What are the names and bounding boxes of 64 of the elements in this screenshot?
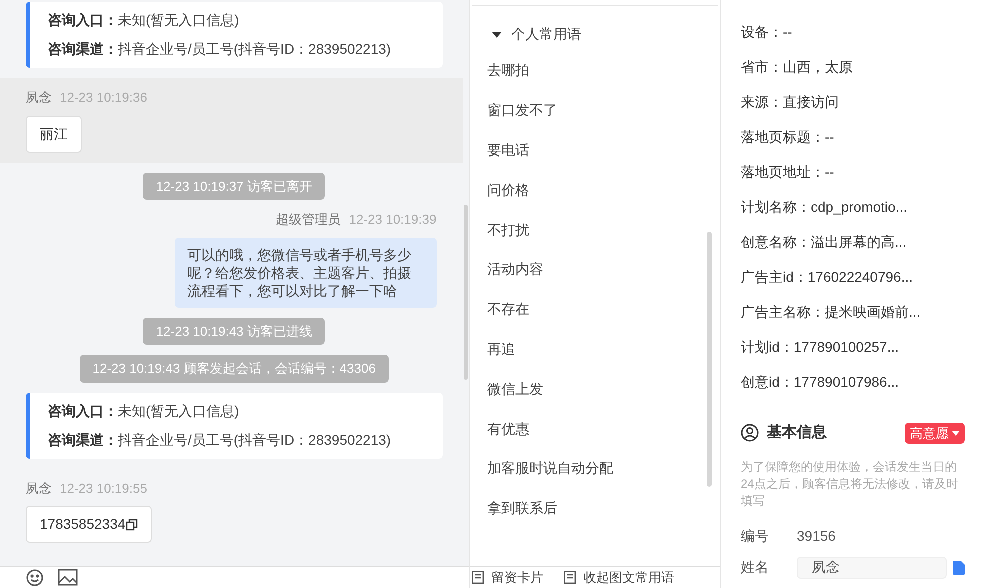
phrase-item[interactable]: 窗口发不了 [488, 90, 718, 131]
visitor-info-field: 来源：直接访问 [741, 92, 965, 112]
phrase-item[interactable]: 拿到联系后 [488, 488, 718, 529]
message-time: 12-23 10:19:39 [349, 211, 437, 229]
info-label: 咨询渠道： [48, 430, 118, 450]
message-bubble: 可以的哦，您微信号或者手机号多少呢？给您发价格表、主题客片、拍摄流程看下，您可以对比了解一下哈 [174, 238, 437, 308]
visitor-info-field: 落地页标题：-- [741, 127, 965, 147]
caret-icon [492, 32, 502, 38]
field-label: 编号 [741, 526, 770, 546]
info-value: 未知(暂无入口信息) [118, 11, 240, 30]
sender-name: 夙念 [26, 89, 52, 107]
field-label: 姓名 [741, 558, 770, 577]
visitor-info-field: 创意名称：溢出屏幕的高... [741, 232, 965, 252]
phrase-group-toggle[interactable]: 个人常用语 [472, 24, 582, 45]
visitor-info-field: 计划名称：cdp_promotio... [741, 197, 965, 217]
document-icon [472, 571, 484, 584]
phrase-item[interactable]: 要电话 [488, 130, 718, 170]
edit-document-icon[interactable] [953, 560, 965, 574]
caret-icon [952, 430, 960, 436]
scrollbar[interactable] [707, 232, 712, 487]
message-text: 17835852334 [40, 515, 126, 534]
name-input[interactable]: 夙念 [797, 556, 947, 578]
system-notice: 12-23 10:19:43 顾客发起会话，会话编号：43306 [80, 355, 389, 382]
info-value: 未知(暂无入口信息) [118, 402, 240, 421]
notice-text: 为了保障您的使用体验，会话发生当日的24点之后，顾客信息将无法修改，请及时填写 [741, 458, 960, 510]
intent-tag[interactable]: 高意愿 [905, 422, 965, 444]
info-label: 咨询渠道： [48, 40, 118, 59]
info-label: 咨询入口： [48, 402, 118, 420]
message-text: 丽江 [40, 124, 68, 144]
phrase-toolbar-button[interactable]: 收起图文常用语 [564, 568, 675, 588]
section-title: 基本信息 [767, 423, 827, 443]
document-icon [564, 571, 576, 584]
scrollbar[interactable] [464, 205, 468, 380]
field-value: 39156 [797, 526, 836, 546]
visitor-info-field: 落地页地址：-- [741, 162, 965, 182]
sender-name: 超级管理员 [276, 211, 342, 229]
message-time: 12-23 10:19:36 [60, 89, 148, 107]
info-value: 抖音企业号/员工号(抖音号ID：2839502213) [118, 430, 392, 450]
phrase-item[interactable]: 去哪拍 [488, 51, 718, 91]
image-icon[interactable] [58, 569, 78, 586]
phrase-item[interactable]: 不存在 [488, 290, 718, 330]
phrase-item[interactable]: 有优惠 [488, 409, 718, 449]
sender-name: 夙念 [26, 480, 52, 498]
system-notice: 12-23 10:19:43 访客已进线 [143, 318, 326, 345]
info-value: 抖音企业号/员工号(抖音号ID：2839502213) [118, 40, 392, 59]
copy-icon[interactable] [126, 518, 138, 530]
visitor-info-field: 省市：山西，太原 [741, 57, 965, 77]
message-time: 12-23 10:19:55 [60, 480, 148, 498]
visitor-info-field: 广告主名称：提米映画婚前... [741, 302, 965, 322]
phrase-item[interactable]: 活动内容 [488, 250, 718, 290]
system-notice: 12-23 10:19:37 访客已离开 [143, 172, 326, 200]
phrase-item[interactable]: 加客服时说自动分配 [488, 448, 718, 489]
visitor-info-field: 计划id：177890100257... [741, 337, 965, 357]
user-icon [741, 424, 759, 442]
phrase-item[interactable]: 问价格 [488, 170, 718, 210]
emoji-icon[interactable] [26, 568, 44, 586]
visitor-info-field: 广告主id：176022240796... [741, 267, 965, 287]
visitor-info-field: 创意id：177890107986... [741, 372, 965, 392]
phrase-item[interactable]: 再追 [488, 330, 718, 370]
visitor-info-field: 设备：-- [741, 22, 965, 42]
info-label: 咨询入口： [48, 11, 118, 30]
phrase-item[interactable]: 不打扰 [488, 210, 718, 250]
phrase-item[interactable]: 微信上发 [488, 369, 718, 410]
phrase-toolbar-button[interactable]: 留资卡片 [472, 568, 544, 588]
